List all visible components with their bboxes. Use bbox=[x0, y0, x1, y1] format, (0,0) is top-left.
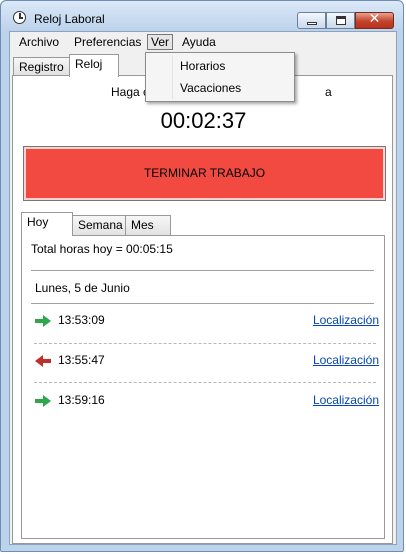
divider bbox=[31, 270, 374, 271]
menu-ver[interactable]: Ver bbox=[147, 34, 174, 50]
list-item: 13:53:09 Localización bbox=[22, 312, 386, 330]
total-hours: Total horas hoy = 00:05:15 bbox=[31, 242, 173, 256]
arrow-right-icon bbox=[35, 395, 51, 407]
maximize-button[interactable] bbox=[326, 12, 355, 29]
dashed-separator bbox=[34, 343, 376, 344]
entry-time: 13:55:47 bbox=[58, 353, 105, 367]
reloj-panel: Haga ca 00:02:37 TERMINAR TRABAJO Hoy Se… bbox=[12, 75, 393, 544]
dashed-separator bbox=[34, 382, 376, 383]
period-tabs: Hoy Semana Mes bbox=[21, 212, 385, 236]
location-link[interactable]: Localización bbox=[313, 353, 379, 367]
window-client: Archivo Preferencias Ver Ayuda Registro … bbox=[9, 31, 397, 545]
entry-time: 13:53:09 bbox=[58, 313, 105, 327]
list-item: 13:55:47 Localización bbox=[22, 352, 386, 370]
menu-bar: Archivo Preferencias Ver Ayuda bbox=[10, 32, 396, 52]
tab-hoy[interactable]: Hoy bbox=[21, 212, 73, 236]
terminar-trabajo-button[interactable]: TERMINAR TRABAJO bbox=[23, 146, 386, 201]
clock-icon bbox=[13, 11, 26, 24]
app-window: Reloj Laboral ✕ Archivo Preferencias Ver… bbox=[0, 0, 404, 552]
tab-mes[interactable]: Mes bbox=[125, 215, 171, 236]
location-link[interactable]: Localización bbox=[313, 393, 379, 407]
minimize-icon bbox=[307, 22, 317, 25]
location-link[interactable]: Localización bbox=[313, 313, 379, 327]
arrow-left-icon bbox=[35, 355, 51, 367]
ver-dropdown-menu: Horarios Vacaciones bbox=[145, 52, 295, 102]
close-icon: ✕ bbox=[368, 11, 381, 27]
tab-reloj[interactable]: Reloj bbox=[69, 54, 119, 77]
menu-ayuda[interactable]: Ayuda bbox=[179, 34, 219, 50]
minimize-button[interactable] bbox=[297, 12, 326, 29]
menu-item-horarios[interactable]: Horarios bbox=[180, 59, 225, 73]
date-label: Lunes, 5 de Junio bbox=[35, 281, 130, 295]
arrow-right-icon bbox=[35, 315, 51, 327]
list-item: 13:59:16 Localización bbox=[22, 392, 386, 410]
menu-archivo[interactable]: Archivo bbox=[16, 34, 62, 50]
tab-registro[interactable]: Registro bbox=[13, 57, 70, 76]
menu-gutter bbox=[172, 55, 173, 99]
hoy-panel: Total horas hoy = 00:05:15 Lunes, 5 de J… bbox=[21, 235, 385, 539]
elapsed-timer: 00:02:37 bbox=[160, 108, 247, 133]
tab-semana[interactable]: Semana bbox=[72, 215, 126, 236]
close-button[interactable]: ✕ bbox=[355, 11, 394, 29]
menu-preferencias[interactable]: Preferencias bbox=[71, 34, 144, 50]
menu-item-vacaciones[interactable]: Vacaciones bbox=[180, 81, 241, 95]
entry-time: 13:59:16 bbox=[58, 393, 105, 407]
title-bar[interactable]: Reloj Laboral ✕ bbox=[1, 1, 403, 31]
maximize-icon bbox=[336, 16, 346, 25]
divider bbox=[31, 303, 374, 304]
window-title: Reloj Laboral bbox=[34, 12, 105, 26]
